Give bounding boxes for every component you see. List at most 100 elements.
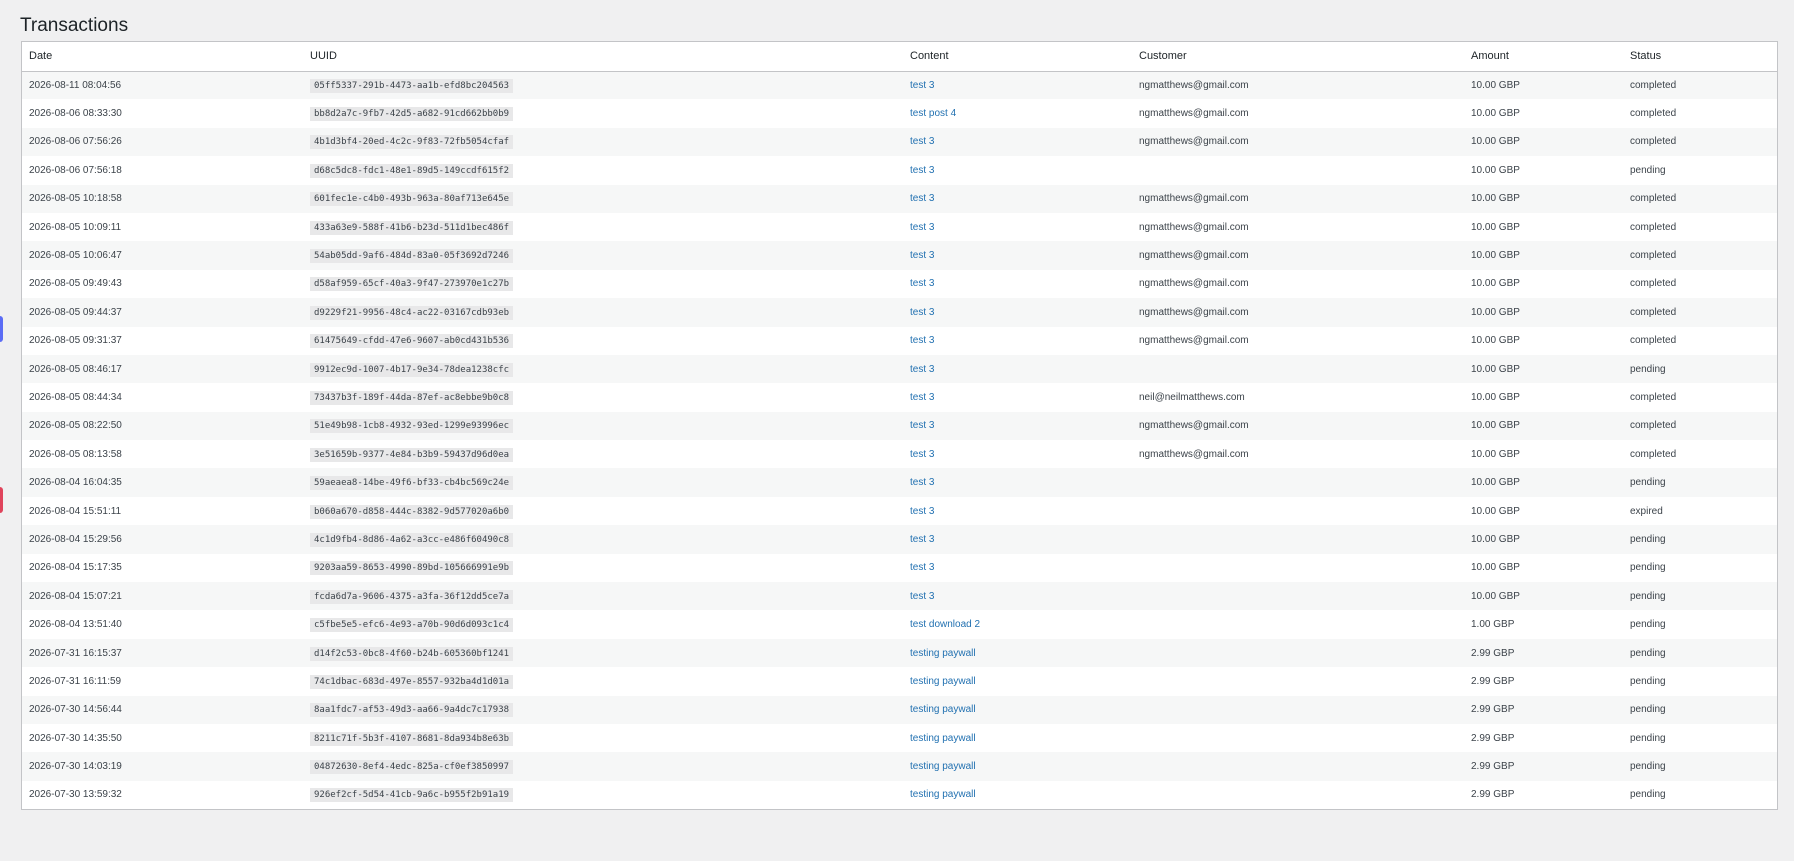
- status-label: completed: [1630, 193, 1677, 205]
- transaction-amount-cell: 2.99 GBP: [1464, 638, 1623, 668]
- transaction-date-cell: 2026-08-05 08:44:34: [22, 383, 303, 412]
- transaction-uuid-cell: 9912ec9d-1007-4b17-9e34-78dea1238cfc: [303, 354, 903, 384]
- content-link[interactable]: test 3: [910, 477, 934, 488]
- content-link[interactable]: test 3: [910, 364, 934, 375]
- page-title: Transactions: [20, 15, 129, 36]
- transaction-date: 2026-08-06 07:56:26: [29, 136, 122, 148]
- transaction-uuid-cell: 59aeaea8-14be-49f6-bf33-cb4bc569c24e: [303, 468, 903, 497]
- transaction-amount-cell: 10.00 GBP: [1464, 269, 1623, 299]
- customer-email-cell: [1132, 553, 1464, 583]
- content-link[interactable]: test 3: [910, 278, 934, 289]
- content-link[interactable]: testing paywall: [910, 704, 976, 715]
- customer-email-cell: ngmatthews@gmail.com: [1132, 99, 1464, 128]
- customer-email-cell: ngmatthews@gmail.com: [1132, 440, 1464, 469]
- transaction-uuid: 4b1d3bf4-20ed-4c2c-9f83-72fb5054cfaf: [310, 135, 514, 150]
- content-link-cell: testing paywall: [903, 780, 1132, 810]
- transaction-uuid-cell: 4c1d9fb4-8d86-4a62-a3cc-e486f60490c8: [303, 525, 903, 554]
- transaction-amount-cell: 10.00 GBP: [1464, 468, 1623, 497]
- transaction-uuid-cell: d9229f21-9956-48c4-ac22-03167cdb93eb: [303, 298, 903, 327]
- transaction-uuid: d58af959-65cf-40a3-9f47-273970e1c27b: [310, 277, 514, 292]
- transaction-date-cell: 2026-07-31 16:15:37: [22, 638, 303, 668]
- transaction-uuid-cell: 74c1dbac-683d-497e-8557-932ba4d1d01a: [303, 667, 903, 696]
- content-link[interactable]: test 3: [910, 591, 934, 602]
- transaction-date-cell: 2026-08-06 08:33:30: [22, 99, 303, 128]
- status-label: completed: [1630, 420, 1677, 432]
- content-link[interactable]: test post 4: [910, 108, 956, 119]
- table-row: 2026-08-06 07:56:18 d68c5dc8-fdc1-48e1-89…: [22, 156, 1777, 185]
- content-link[interactable]: test 3: [910, 420, 934, 431]
- transaction-amount: 10.00 GBP: [1471, 562, 1520, 574]
- status-label-cell: pending: [1623, 610, 1777, 639]
- transaction-date-cell: 2026-08-05 08:22:50: [22, 411, 303, 441]
- transaction-date-cell: 2026-07-30 13:59:32: [22, 780, 303, 810]
- content-link[interactable]: testing paywall: [910, 676, 976, 687]
- transaction-amount-cell: 2.99 GBP: [1464, 695, 1623, 724]
- transaction-date: 2026-08-11 08:04:56: [29, 79, 122, 91]
- table-row: 2026-08-05 08:13:58 3e51659b-9377-4e84-b3…: [22, 440, 1777, 469]
- table-row: 2026-08-04 15:51:11 b060a670-d858-444c-83…: [22, 496, 1777, 526]
- content-link[interactable]: test 3: [910, 307, 934, 318]
- content-link[interactable]: test 3: [910, 534, 934, 545]
- table-row: 2026-08-04 15:29:56 4c1d9fb4-8d86-4a62-a3…: [22, 525, 1777, 554]
- content-link[interactable]: test 3: [910, 250, 934, 261]
- content-link[interactable]: testing paywall: [910, 789, 976, 800]
- transaction-amount: 10.00 GBP: [1471, 590, 1520, 602]
- content-link[interactable]: test 3: [910, 136, 934, 147]
- content-link[interactable]: test 3: [910, 506, 934, 517]
- content-link[interactable]: test 3: [910, 335, 934, 346]
- column-header-content: Content: [903, 42, 1132, 72]
- transaction-amount-cell: 10.00 GBP: [1464, 212, 1623, 242]
- table-row: 2026-08-05 09:44:37 d9229f21-9956-48c4-ac…: [22, 298, 1777, 327]
- transaction-date-cell: 2026-07-31 16:11:59: [22, 667, 303, 696]
- transaction-date: 2026-08-06 07:56:18: [29, 164, 122, 176]
- customer-email-cell: [1132, 496, 1464, 526]
- content-link[interactable]: test 3: [910, 222, 934, 233]
- content-link[interactable]: test 3: [910, 449, 934, 460]
- transaction-uuid-cell: 926ef2cf-5d54-41cb-9a6c-b955f2b91a19: [303, 780, 903, 810]
- transaction-uuid-cell: 3e51659b-9377-4e84-b3b9-59437d96d0ea: [303, 440, 903, 469]
- transaction-amount: 10.00 GBP: [1471, 250, 1520, 262]
- transaction-uuid: 601fec1e-c4b0-493b-963a-80af713e645e: [310, 192, 514, 207]
- customer-email: ngmatthews@gmail.com: [1139, 79, 1249, 91]
- transaction-amount-cell: 10.00 GBP: [1464, 411, 1623, 441]
- customer-email-cell: ngmatthews@gmail.com: [1132, 71, 1464, 100]
- transaction-date: 2026-07-31 16:11:59: [29, 675, 122, 687]
- transaction-date: 2026-08-05 10:09:11: [29, 221, 122, 233]
- content-link[interactable]: test download 2: [910, 619, 980, 630]
- content-link[interactable]: testing paywall: [910, 733, 976, 744]
- transaction-uuid: 54ab05dd-9af6-484d-83a0-05f3692d7246: [310, 249, 514, 264]
- table-row: 2026-08-05 09:31:37 61475649-cfdd-47e6-96…: [22, 326, 1777, 355]
- content-link[interactable]: test 3: [910, 392, 934, 403]
- transaction-uuid: 926ef2cf-5d54-41cb-9a6c-b955f2b91a19: [310, 788, 514, 803]
- status-label: completed: [1630, 306, 1677, 318]
- transaction-amount-cell: 10.00 GBP: [1464, 383, 1623, 412]
- status-label: completed: [1630, 278, 1677, 290]
- transaction-uuid-cell: 8211c71f-5b3f-4107-8681-8da934b8e63b: [303, 723, 903, 753]
- content-link[interactable]: test 3: [910, 562, 934, 573]
- transaction-date-cell: 2026-08-04 13:51:40: [22, 610, 303, 639]
- customer-email: ngmatthews@gmail.com: [1139, 193, 1249, 205]
- transaction-amount-cell: 10.00 GBP: [1464, 326, 1623, 355]
- status-label-cell: pending: [1623, 582, 1777, 611]
- content-link[interactable]: testing paywall: [910, 761, 976, 772]
- transaction-amount: 2.99 GBP: [1471, 647, 1515, 659]
- content-link[interactable]: test 3: [910, 165, 934, 176]
- table-row: 2026-07-30 14:35:50 8211c71f-5b3f-4107-86…: [22, 723, 1777, 753]
- status-label-cell: completed: [1623, 184, 1777, 213]
- content-link-cell: test download 2: [903, 610, 1132, 639]
- content-link-cell: testing paywall: [903, 752, 1132, 781]
- customer-email: ngmatthews@gmail.com: [1139, 108, 1249, 120]
- transactions-page: Transactions Date UUID Content Customer …: [0, 0, 1794, 861]
- transaction-uuid: 9912ec9d-1007-4b17-9e34-78dea1238cfc: [310, 362, 514, 377]
- content-link[interactable]: test 3: [910, 193, 934, 204]
- transaction-date-cell: 2026-08-06 07:56:26: [22, 127, 303, 157]
- content-link[interactable]: testing paywall: [910, 648, 976, 659]
- transaction-uuid: c5fbe5e5-efc6-4e93-a70b-90d6d093c1c4: [310, 618, 514, 633]
- status-label-cell: completed: [1623, 269, 1777, 299]
- transaction-date: 2026-08-04 15:29:56: [29, 533, 122, 545]
- table-row: 2026-07-31 16:11:59 74c1dbac-683d-497e-85…: [22, 667, 1777, 696]
- transaction-uuid: 04872630-8ef4-4edc-825a-cf0ef3850997: [310, 760, 514, 775]
- transaction-date: 2026-07-31 16:15:37: [29, 647, 122, 659]
- content-link[interactable]: test 3: [910, 80, 934, 91]
- transaction-uuid: d14f2c53-0bc8-4f60-b24b-605360bf1241: [310, 646, 514, 661]
